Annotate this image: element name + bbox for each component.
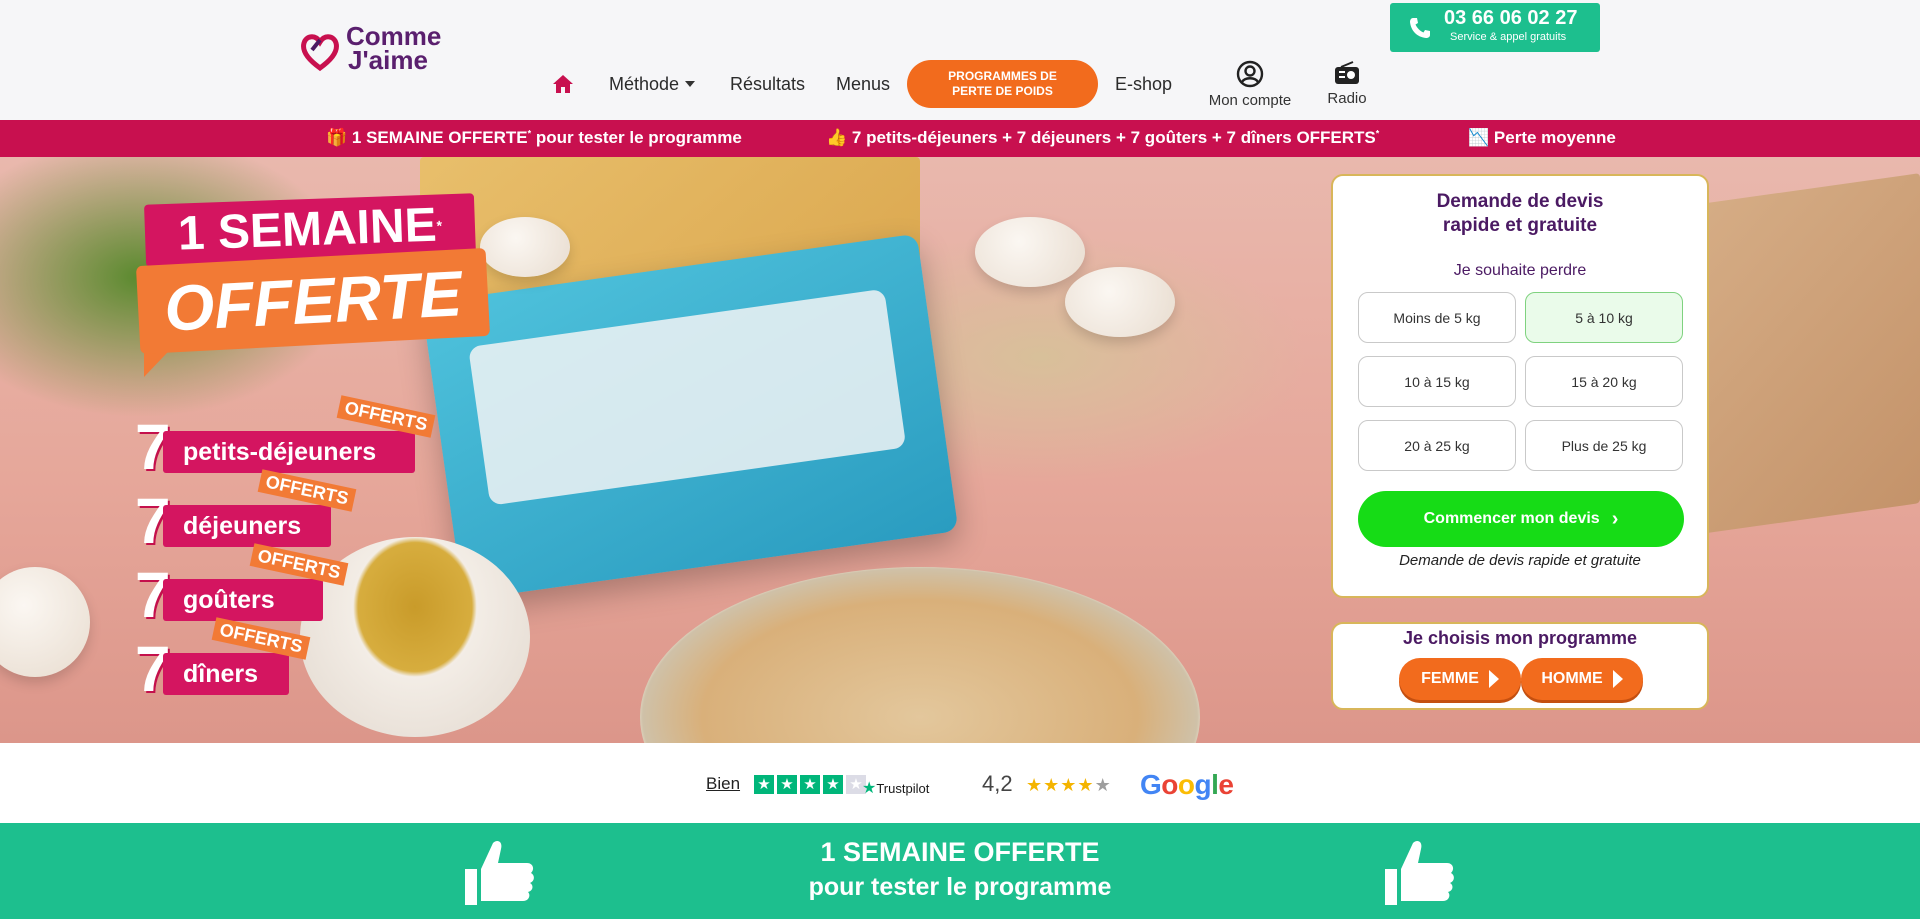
nav-resultats[interactable]: Résultats	[730, 60, 805, 108]
weight-option-10-15[interactable]: 10 à 15 kg	[1358, 356, 1516, 407]
gift-icon: 🎁	[326, 128, 348, 147]
programmes-line1: PROGRAMMES DE	[948, 69, 1057, 83]
mushroom-image	[975, 217, 1085, 287]
chart-icon: 📉	[1468, 128, 1490, 147]
trustpilot-stars: ★ ★ ★ ★ ★	[754, 775, 866, 794]
star-icon: ★	[1026, 775, 1044, 795]
google-logo: Google	[1140, 769, 1234, 800]
hero-bowl	[640, 567, 1200, 743]
user-icon	[1236, 60, 1264, 88]
programmes-button[interactable]: PROGRAMMES DE PERTE DE POIDS	[907, 60, 1098, 108]
star-icon: ★	[823, 775, 843, 794]
mushroom-image	[480, 217, 570, 277]
ticker-item-3-text: Perte moyenne	[1493, 128, 1616, 147]
ticker-item-3: 📉 Perte moyenne	[1468, 128, 1622, 148]
logo[interactable]: Comme J'aime	[298, 22, 458, 82]
nav-methode-label: Méthode	[609, 73, 680, 94]
start-quote-label: Commencer mon devis	[1423, 510, 1600, 527]
star-icon: ★	[1043, 775, 1061, 795]
nav-menus-label: Menus	[836, 73, 891, 94]
program-chooser: Je choisis mon programme FEMME HOMME	[1331, 622, 1709, 710]
programmes-line2: PERTE DE POIDS	[952, 84, 1053, 98]
program-chooser-title: Je choisis mon programme	[1402, 628, 1638, 648]
ticker-item-2-text: 7 petits-déjeuners + 7 déjeuners + 7 goû…	[851, 128, 1376, 147]
bottom-banner: 1 SEMAINE OFFERTE pour tester le program…	[0, 823, 1920, 919]
star-icon: ★	[1077, 775, 1095, 795]
nav-eshop[interactable]: E-shop	[1115, 60, 1172, 108]
quote-title: Demande de devis rapide et gratuite	[1333, 190, 1707, 238]
home-nav[interactable]	[552, 60, 574, 108]
logo-line2: J'aime	[348, 45, 428, 75]
home-icon	[553, 75, 573, 93]
mushroom-image	[0, 567, 90, 677]
chevron-right-icon: ›	[1611, 507, 1619, 530]
homme-label: HOMME	[1541, 670, 1603, 687]
homme-button[interactable]: HOMME	[1521, 658, 1643, 700]
meal-label: petits-déjeuners	[163, 431, 415, 473]
weight-option-plus-25[interactable]: Plus de 25 kg	[1525, 420, 1683, 471]
thumbs-up-icon: 👍	[826, 128, 848, 147]
trustpilot-star-icon: ★	[862, 780, 877, 797]
weight-option-moins-5[interactable]: Moins de 5 kg	[1358, 292, 1516, 343]
phone-button[interactable]: 03 66 06 02 27 Service & appel gratuits	[1390, 3, 1600, 52]
meal-label: dîners	[163, 653, 289, 695]
quote-title-line2: rapide et gratuite	[1442, 215, 1598, 236]
trustpilot-brand: Trustpilot	[876, 781, 930, 796]
star-icon: ★	[777, 775, 797, 794]
star-icon: ★	[800, 775, 820, 794]
heart-logo-icon	[301, 34, 339, 72]
quote-subtitle: Je souhaite perdre	[1453, 262, 1587, 279]
phone-number: 03 66 06 02 27	[1444, 7, 1578, 29]
start-quote-button[interactable]: Commencer mon devis ›	[1358, 491, 1684, 547]
ticker-item-1-pre: 1 SEMAINE OFFERTE	[351, 128, 528, 147]
weight-option-5-10[interactable]: 5 à 10 kg	[1525, 292, 1683, 343]
nav-resultats-label: Résultats	[730, 73, 806, 94]
nav-mon-compte[interactable]: Mon compte	[1205, 60, 1295, 109]
chevron-down-icon	[685, 81, 696, 87]
offer-badge-star: *	[436, 217, 443, 234]
promo-ticker: 🎁 1 SEMAINE OFFERTE * pour tester le prog…	[0, 120, 1920, 157]
weight-option-20-25[interactable]: 20 à 25 kg	[1358, 420, 1516, 471]
nav-mon-compte-label: Mon compte	[1208, 92, 1292, 109]
quote-title-line1: Demande de devis	[1436, 191, 1604, 212]
ticker-star-2: *	[1375, 128, 1380, 139]
offer-badge-bottom: OFFERTE	[135, 247, 491, 355]
quote-card: Demande de devis rapide et gratuite Je s…	[1331, 174, 1709, 598]
star-icon: ★	[1060, 775, 1078, 795]
star-icon: ★	[1094, 775, 1112, 795]
nav-menus[interactable]: Menus	[836, 60, 890, 108]
radio-icon	[1335, 61, 1359, 84]
meal-label: déjeuners	[163, 505, 331, 547]
offer-badge-top-text: 1 SEMAINE	[177, 198, 438, 261]
nav-radio[interactable]: Radio	[1322, 60, 1372, 107]
femme-button[interactable]: FEMME	[1399, 658, 1521, 700]
nav-methode[interactable]: Méthode	[609, 60, 696, 108]
google-stars: ★★★★★	[1026, 775, 1112, 796]
ticker-item-1-post: pour tester le programme	[531, 128, 742, 147]
ticker-item-2: 👍 7 petits-déjeuners + 7 déjeuners + 7 g…	[826, 128, 1379, 148]
ratings-bar: Bien ★ ★ ★ ★ ★ ★Trustpilot 4,2 ★★★★★ Goo…	[0, 743, 1920, 823]
phone-sub: Service & appel gratuits	[1450, 31, 1567, 43]
weight-option-15-20[interactable]: 15 à 20 kg	[1525, 356, 1683, 407]
header: Comme J'aime Méthode Résultats Menus PRO…	[0, 0, 1920, 120]
star-icon: ★	[754, 775, 774, 794]
nav-eshop-label: E-shop	[1115, 73, 1173, 94]
banner-line2: pour tester le programme	[808, 873, 1112, 901]
trustpilot-logo: ★Trustpilot	[862, 778, 929, 798]
ticker-item-1: 🎁 1 SEMAINE OFFERTE* pour tester le prog…	[326, 128, 742, 148]
logo-text: Comme J'aime	[346, 23, 441, 75]
banner-line1: 1 SEMAINE OFFERTE	[820, 837, 1100, 867]
offer-badge-bottom-text: OFFERTE	[162, 257, 464, 345]
thumbs-up-icon	[1385, 841, 1454, 905]
femme-label: FEMME	[1421, 670, 1479, 687]
play-icon	[1612, 670, 1623, 688]
quote-footer: Demande de devis rapide et gratuite	[1399, 552, 1641, 569]
play-icon	[1488, 670, 1499, 688]
trustpilot-rating-label[interactable]: Bien	[706, 774, 740, 794]
nav-radio-label: Radio	[1327, 90, 1367, 107]
google-score: 4,2	[982, 771, 1013, 796]
mushroom-image	[1065, 267, 1175, 337]
meal-label: goûters	[163, 579, 323, 621]
phone-icon	[1410, 18, 1430, 38]
